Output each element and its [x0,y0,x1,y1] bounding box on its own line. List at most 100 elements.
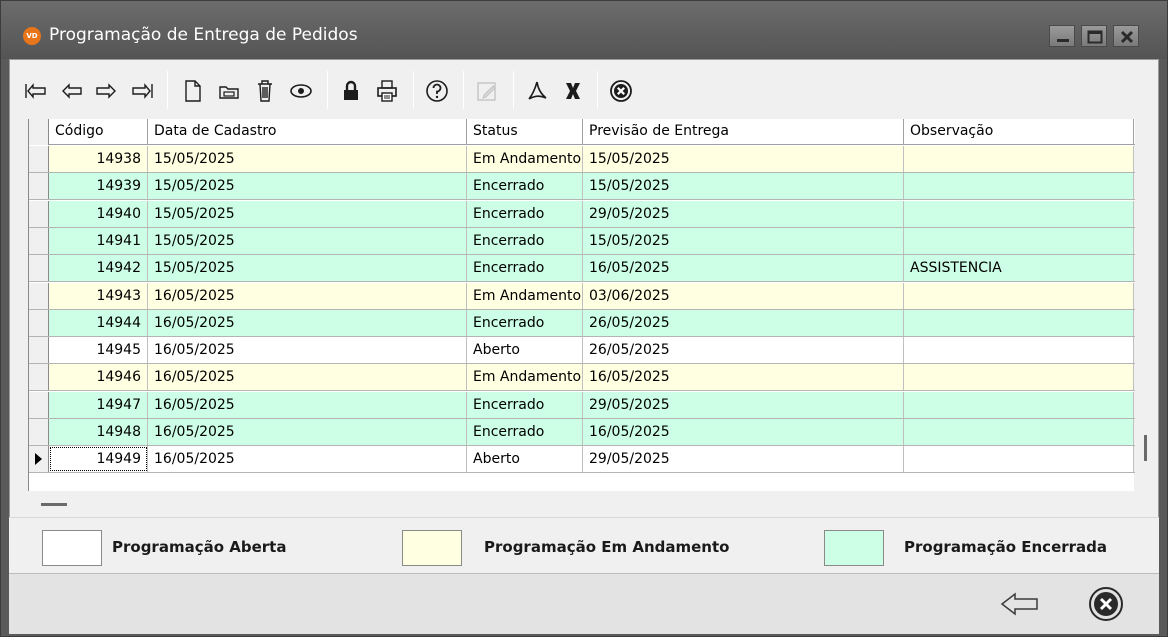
cell-status[interactable]: Encerrado [467,200,583,227]
cell-previsao[interactable]: 29/05/2025 [583,391,904,418]
cell-observacao[interactable] [904,173,1134,200]
cell-status[interactable]: Encerrado [467,227,583,254]
cell-previsao[interactable]: 26/05/2025 [583,337,904,364]
row-indicator[interactable] [29,282,49,309]
row-indicator[interactable] [29,364,49,391]
horizontal-scrollbar[interactable] [41,503,67,506]
table-row[interactable]: 14946 16/05/2025 Em Andamento 16/05/2025 [29,364,1135,392]
title-bar[interactable]: VD Programação de Entrega de Pedidos [1,1,1167,59]
cell-status[interactable]: Encerrado [467,419,583,445]
row-indicator[interactable] [29,227,49,254]
row-indicator[interactable] [29,446,49,473]
next-record-button[interactable] [91,73,123,109]
cell-data-cadastro[interactable]: 15/05/2025 [148,255,467,282]
cell-codigo[interactable]: 14938 [49,146,148,172]
cell-codigo[interactable]: 14947 [49,391,148,418]
cell-observacao[interactable] [904,391,1134,418]
cell-codigo[interactable]: 14942 [49,255,148,282]
table-row[interactable]: 14942 15/05/2025 Encerrado 16/05/2025 ASSIST… [29,255,1135,283]
cell-observacao[interactable] [904,282,1134,309]
cell-status[interactable]: Encerrado [467,255,583,282]
cell-previsao[interactable]: 15/05/2025 [583,146,904,172]
cell-codigo[interactable]: 14944 [49,309,148,336]
cell-observacao[interactable]: ASSISTENCIA [904,255,1134,282]
back-button[interactable] [996,584,1040,624]
column-header-data-cadastro[interactable]: Data de Cadastro [148,119,467,145]
cell-observacao[interactable] [904,364,1134,391]
row-indicator[interactable] [29,173,49,200]
cell-previsao[interactable]: 16/05/2025 [583,255,904,282]
delete-record-button[interactable] [249,73,281,109]
view-record-button[interactable] [285,73,317,109]
previous-record-button[interactable] [55,73,87,109]
row-indicator[interactable] [29,309,49,336]
close-window-button[interactable] [1113,25,1139,47]
edit-record-button[interactable] [213,73,245,109]
cell-observacao[interactable] [904,309,1134,336]
row-indicator[interactable] [29,337,49,364]
orders-grid[interactable]: Código Data de Cadastro Status Previsão … [28,119,1135,491]
column-header-observacao[interactable]: Observação [904,119,1134,145]
table-row[interactable]: 14947 16/05/2025 Encerrado 29/05/2025 [29,391,1135,419]
table-row[interactable]: 14948 16/05/2025 Encerrado 16/05/2025 [29,419,1135,446]
column-header-previsao[interactable]: Previsão de Entrega [583,119,904,145]
cell-status[interactable]: Aberto [467,337,583,364]
cell-codigo[interactable]: 14948 [49,419,148,445]
row-indicator[interactable] [29,200,49,227]
cell-data-cadastro[interactable]: 16/05/2025 [148,309,467,336]
cell-status[interactable]: Aberto [467,446,583,473]
row-indicator[interactable] [29,146,49,172]
row-indicator[interactable] [29,255,49,282]
cell-codigo[interactable]: 14949 [49,446,148,473]
cell-previsao[interactable]: 03/06/2025 [583,282,904,309]
cell-data-cadastro[interactable]: 15/05/2025 [148,200,467,227]
table-row[interactable]: 14949 16/05/2025 Aberto 29/05/2025 [29,446,1135,474]
table-row[interactable]: 14944 16/05/2025 Encerrado 26/05/2025 [29,309,1135,337]
cell-status[interactable]: Encerrado [467,309,583,336]
cell-data-cadastro[interactable]: 16/05/2025 [148,391,467,418]
row-indicator[interactable] [29,391,49,418]
table-row[interactable]: 14939 15/05/2025 Encerrado 15/05/2025 [29,173,1135,201]
cell-data-cadastro[interactable]: 16/05/2025 [148,282,467,309]
cell-data-cadastro[interactable]: 16/05/2025 [148,446,467,473]
cell-previsao[interactable]: 15/05/2025 [583,227,904,254]
cell-codigo[interactable]: 14940 [49,200,148,227]
cell-observacao[interactable] [904,446,1134,473]
vertical-scrollbar[interactable] [1144,435,1147,461]
print-button[interactable] [371,73,403,109]
close-toolbar-button[interactable] [605,73,637,109]
table-row[interactable]: 14945 16/05/2025 Aberto 26/05/2025 [29,337,1135,365]
cell-previsao[interactable]: 29/05/2025 [583,446,904,473]
last-record-button[interactable] [127,73,159,109]
lock-button[interactable] [335,73,367,109]
row-indicator[interactable] [29,419,49,445]
cell-previsao[interactable]: 16/05/2025 [583,419,904,445]
cell-observacao[interactable] [904,419,1134,445]
exit-button[interactable] [1084,584,1128,624]
cell-codigo[interactable]: 14945 [49,337,148,364]
cell-previsao[interactable]: 16/05/2025 [583,364,904,391]
table-row[interactable]: 14941 15/05/2025 Encerrado 15/05/2025 [29,227,1135,255]
first-record-button[interactable] [19,73,51,109]
edit-disabled-button[interactable] [471,73,503,109]
cell-codigo[interactable]: 14946 [49,364,148,391]
export-pdf-button[interactable] [521,73,553,109]
cell-codigo[interactable]: 14943 [49,282,148,309]
cell-status[interactable]: Encerrado [467,173,583,200]
cell-codigo[interactable]: 14939 [49,173,148,200]
cell-previsao[interactable]: 29/05/2025 [583,200,904,227]
cell-status[interactable]: Encerrado [467,391,583,418]
cell-data-cadastro[interactable]: 15/05/2025 [148,227,467,254]
export-excel-button[interactable] [557,73,589,109]
help-button[interactable] [421,73,453,109]
cell-data-cadastro[interactable]: 16/05/2025 [148,419,467,445]
column-header-codigo[interactable]: Código [49,119,148,145]
cell-status[interactable]: Em Andamento [467,282,583,309]
table-row[interactable]: 14943 16/05/2025 Em Andamento 03/06/2025 [29,282,1135,310]
table-row[interactable]: 14938 15/05/2025 Em Andamento 15/05/2025 [29,146,1135,173]
cell-data-cadastro[interactable]: 15/05/2025 [148,146,467,172]
cell-previsao[interactable]: 26/05/2025 [583,309,904,336]
cell-codigo[interactable]: 14941 [49,227,148,254]
column-header-status[interactable]: Status [467,119,583,145]
cell-data-cadastro[interactable]: 15/05/2025 [148,173,467,200]
